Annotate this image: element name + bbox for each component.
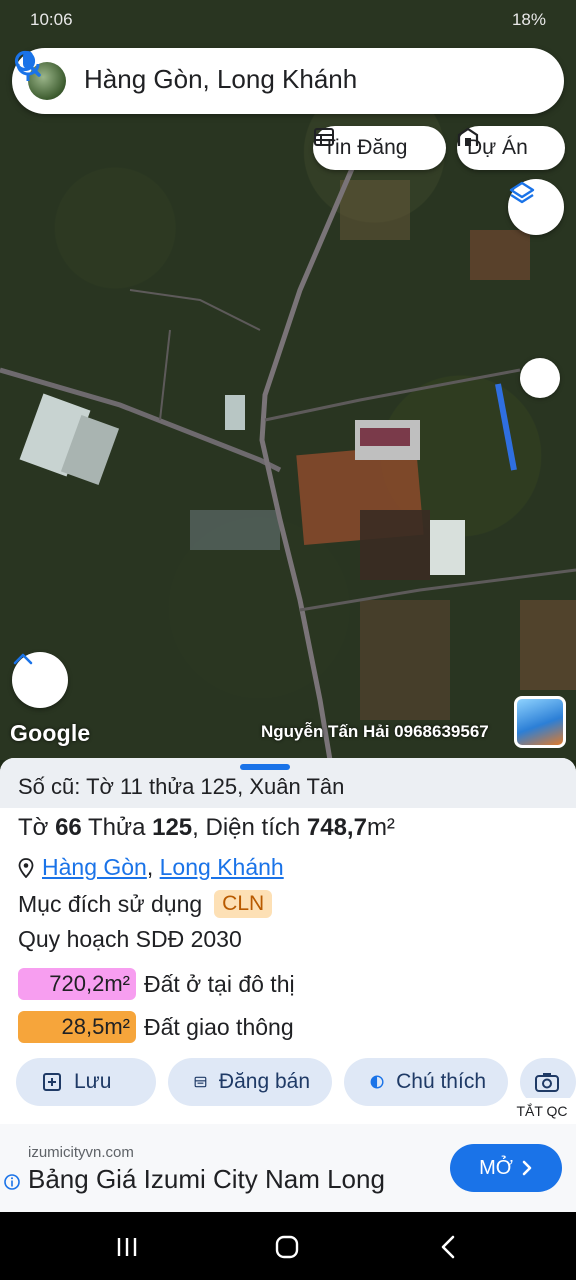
hide-ad-button[interactable]: TẮT QC: [508, 1098, 576, 1124]
mic-icon[interactable]: [12, 48, 44, 84]
planning-row: 720,2m² Đất ở tại đô thị: [18, 968, 295, 1000]
camera-icon: [535, 1073, 559, 1092]
search-bar[interactable]: Hàng Gòn, Long Khánh: [12, 48, 564, 114]
planning-type-label: Đất ở tại đô thị: [144, 970, 295, 997]
back-icon[interactable]: [434, 1234, 464, 1260]
battery-level: 18%: [511, 10, 546, 29]
info-icon[interactable]: [4, 1174, 20, 1190]
purpose-code-badge: CLN: [214, 890, 273, 918]
tin-dang-chip[interactable]: Tin Đăng: [313, 126, 446, 170]
parcel-summary: Tờ 66 Thửa 125, Diện tích 748,7m²: [18, 814, 395, 842]
to-label: Tờ: [18, 814, 49, 841]
post-sale-label: Đăng bán: [218, 1070, 310, 1093]
list-icon: [194, 1076, 207, 1088]
tin-dang-label: Tin Đăng: [323, 136, 408, 159]
watermark-avatar: [514, 696, 566, 748]
area-label: , Diện tích: [192, 814, 301, 841]
area-value: 748,7: [306, 814, 367, 841]
expand-up-button[interactable]: [12, 652, 68, 708]
google-attribution: Google: [10, 720, 91, 746]
layers-button[interactable]: [508, 179, 564, 235]
chevron-right-icon: [522, 1160, 532, 1176]
planning-area-pill: 28,5m²: [18, 1011, 136, 1043]
recent-apps-icon[interactable]: [112, 1234, 142, 1260]
planning-row: 28,5m² Đất giao thông: [18, 1011, 294, 1043]
parcel-info-sheet[interactable]: Số cũ: Tờ 11 thửa 125, Xuân Tân Tờ 66 Th…: [0, 758, 576, 1124]
building-icon: [457, 127, 479, 146]
action-bar: Lưu Đăng bán Chú thích: [0, 1058, 576, 1106]
legend-label: Chú thích: [396, 1070, 486, 1093]
post-sale-button[interactable]: Đăng bán: [168, 1058, 332, 1106]
land-purpose: Mục đích sử dụng CLN: [18, 890, 273, 918]
to-value: 66: [55, 814, 82, 841]
status-time: 10:06: [30, 10, 73, 29]
ad-open-label: MỞ: [479, 1156, 513, 1179]
plan-label: Quy hoạch SDĐ 2030: [18, 926, 242, 952]
table-icon: [314, 128, 334, 146]
status-bar: 10:06 18%: [0, 0, 576, 40]
legend-button[interactable]: Chú thích: [344, 1058, 508, 1106]
save-label: Lưu: [74, 1070, 112, 1093]
layers-icon: [509, 181, 535, 204]
old-parcel-info: Số cũ: Tờ 11 thửa 125, Xuân Tân: [0, 758, 576, 808]
purpose-label: Mục đích sử dụng: [18, 890, 203, 917]
planning-type-label: Đất giao thông: [144, 1013, 294, 1040]
location-commune-link[interactable]: Hàng Gòn: [42, 854, 147, 880]
thua-label: Thửa: [88, 814, 146, 841]
area-unit: m²: [366, 814, 395, 841]
old-parcel-text: Số cũ: Tờ 11 thửa 125, Xuân Tân: [18, 774, 345, 799]
home-icon[interactable]: [272, 1234, 302, 1260]
satellite-map[interactable]: 10:06 18% Hàng Gòn, Long Khánh Tin Đăng …: [0, 0, 576, 760]
ad-domain: izumicityvn.com: [28, 1144, 134, 1161]
map-imagery: [0, 0, 576, 760]
location-line: Hàng Gòn, Long Khánh: [18, 854, 284, 881]
ad-title[interactable]: Bảng Giá Izumi City Nam Long: [28, 1164, 385, 1195]
location-pin-icon: [18, 857, 34, 878]
location-separator: ,: [146, 854, 154, 880]
ad-banner[interactable]: izumicityvn.com Bảng Giá Izumi City Nam …: [0, 1124, 576, 1212]
watermark-text: Nguyễn Tấn Hải 0968639567: [261, 722, 489, 741]
system-nav-bar: [0, 1212, 576, 1280]
ad-open-button[interactable]: MỞ: [450, 1144, 562, 1192]
du-an-chip[interactable]: Dự Án: [457, 126, 565, 170]
chevron-up-icon: [13, 653, 33, 665]
add-box-icon: [43, 1073, 61, 1091]
search-input[interactable]: Hàng Gòn, Long Khánh: [84, 64, 357, 95]
planning-area-pill: 720,2m²: [18, 968, 136, 1000]
map-drag-handle[interactable]: [520, 358, 560, 398]
contrast-icon: [370, 1075, 384, 1089]
save-button[interactable]: Lưu: [16, 1058, 156, 1106]
sheet-drag-handle[interactable]: [240, 764, 290, 770]
thua-value: 125: [152, 814, 193, 841]
location-city-link[interactable]: Long Khánh: [160, 854, 284, 880]
